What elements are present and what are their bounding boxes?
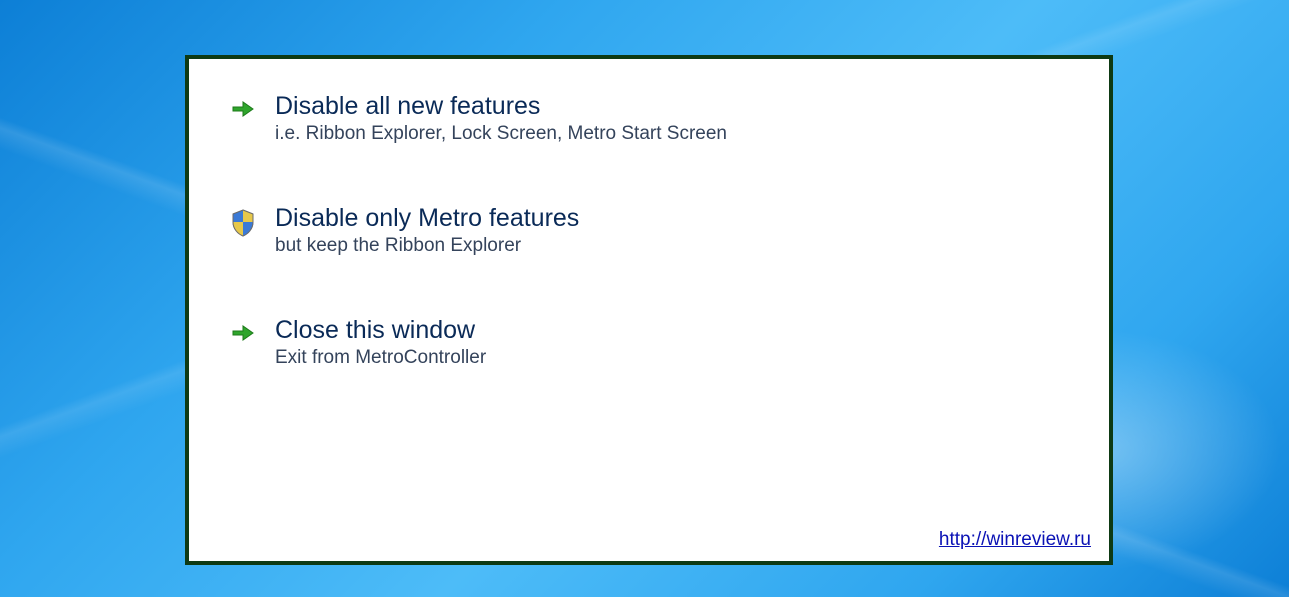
option-disable-metro[interactable]: Disable only Metro features but keep the… [229,203,1069,257]
option-close-window[interactable]: Close this window Exit from MetroControl… [229,315,1069,369]
arrow-right-icon [229,91,257,121]
option-subtitle: i.e. Ribbon Explorer, Lock Screen, Metro… [275,123,727,145]
option-subtitle: Exit from MetroController [275,347,486,369]
options-list: Disable all new features i.e. Ribbon Exp… [189,59,1109,369]
arrow-right-icon [229,315,257,345]
dialog-window: Disable all new features i.e. Ribbon Exp… [185,55,1113,565]
option-title: Disable only Metro features [275,203,579,233]
option-texts: Disable all new features i.e. Ribbon Exp… [275,91,727,145]
footer-link[interactable]: http://winreview.ru [939,529,1091,551]
option-title: Disable all new features [275,91,727,121]
option-texts: Close this window Exit from MetroControl… [275,315,486,369]
desktop-wallpaper: Disable all new features i.e. Ribbon Exp… [0,0,1289,597]
option-disable-all[interactable]: Disable all new features i.e. Ribbon Exp… [229,91,1069,145]
option-texts: Disable only Metro features but keep the… [275,203,579,257]
shield-icon [229,203,257,237]
option-title: Close this window [275,315,486,345]
option-subtitle: but keep the Ribbon Explorer [275,235,579,257]
